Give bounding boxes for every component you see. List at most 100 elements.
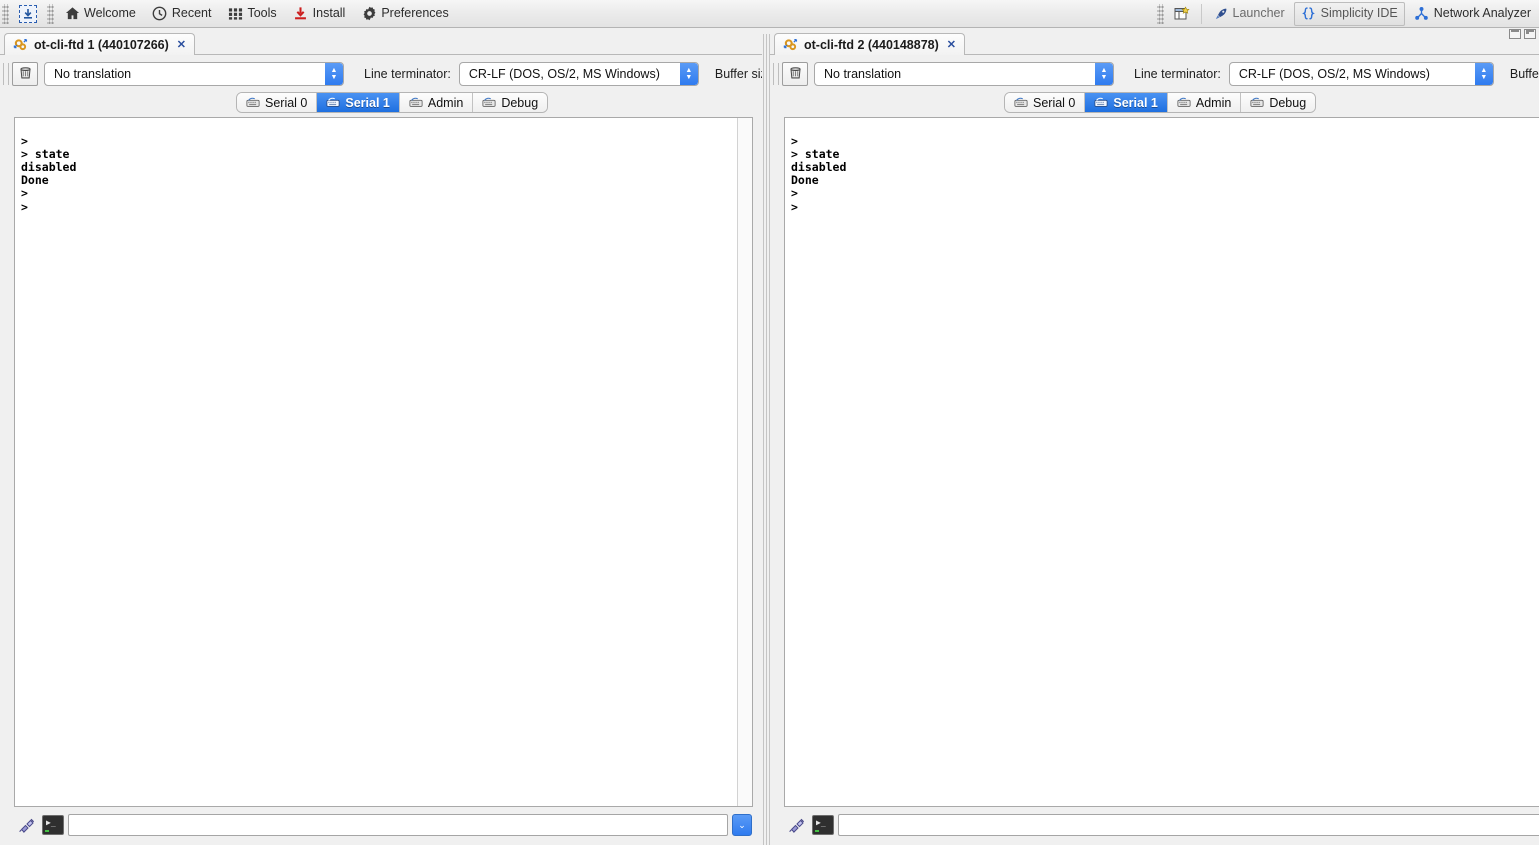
clear-console-button-2[interactable] bbox=[782, 62, 808, 86]
translation-combo-1[interactable]: No translation ▲ ▼ bbox=[44, 62, 344, 86]
clock-icon bbox=[152, 6, 168, 22]
line-terminator-value-1: CR-LF (DOS, OS/2, MS Windows) bbox=[468, 67, 660, 81]
options-drag-handle-2[interactable] bbox=[773, 63, 779, 85]
network-icon bbox=[1414, 6, 1430, 22]
open-perspective-button[interactable] bbox=[1167, 2, 1197, 26]
editor-tab-strip-2: ot-cli-ftd 2 (440148878) ✕ bbox=[774, 33, 965, 55]
perspective-bar-drag-handle[interactable] bbox=[1156, 3, 1164, 24]
perspective-network-analyzer[interactable]: Network Analyzer bbox=[1407, 2, 1538, 26]
line-terminator-combo-2[interactable]: CR-LF (DOS, OS/2, MS Windows) ▲ ▼ bbox=[1228, 62, 1494, 86]
perspective-launcher[interactable]: Launcher bbox=[1206, 2, 1292, 26]
toolbar-item-welcome[interactable]: Welcome bbox=[57, 2, 143, 26]
line-terminator-label-1: Line terminator: bbox=[364, 67, 451, 81]
perspective-simplicity-ide-label: Simplicity IDE bbox=[1320, 6, 1398, 21]
command-input-1[interactable] bbox=[68, 814, 728, 836]
serial-tab-strip-2: Serial 0 Serial 1 Admin Debug bbox=[1004, 92, 1317, 113]
terminal-output-2[interactable]: > > state disabled Done > > bbox=[784, 117, 1539, 807]
serial-tab-serial-1-p1[interactable]: Serial 1 bbox=[317, 93, 400, 112]
toolbar-item-recent[interactable]: Recent bbox=[145, 2, 219, 26]
keyboard-icon bbox=[482, 97, 496, 108]
keyboard-icon bbox=[409, 97, 423, 108]
console-options-row-1: No translation ▲ ▼ Line terminator: CR-LF… bbox=[0, 60, 768, 88]
serial-tab-label: Debug bbox=[501, 95, 539, 110]
command-input-2[interactable] bbox=[838, 814, 1539, 836]
terminal-output-1[interactable]: > > state disabled Done > > bbox=[14, 117, 753, 807]
serial-tab-label: Serial 0 bbox=[1033, 95, 1076, 110]
toolbar-drag-handle[interactable] bbox=[2, 3, 9, 24]
chevron-updown-icon[interactable]: ▲ ▼ bbox=[679, 63, 698, 85]
trash-clear-icon bbox=[788, 65, 803, 83]
console-panel-2: ot-cli-ftd 2 (440148878) ✕ No translatio… bbox=[770, 28, 1539, 845]
serial-tab-label: Admin bbox=[427, 95, 464, 110]
chip-download-icon-button[interactable] bbox=[12, 2, 44, 26]
terminal-text-1: > > state disabled Done > > bbox=[21, 133, 77, 214]
translation-combo-2[interactable]: No translation ▲ ▼ bbox=[814, 62, 1114, 86]
new-perspective-icon bbox=[1174, 5, 1190, 22]
editor-tab-ot-cli-ftd-1[interactable]: ot-cli-ftd 1 (440107266) ✕ bbox=[4, 33, 195, 55]
translation-value-1: No translation bbox=[54, 67, 132, 81]
gear-icon bbox=[361, 6, 377, 22]
serial-tab-serial-0-p2[interactable]: Serial 0 bbox=[1005, 93, 1086, 112]
keyboard-icon bbox=[246, 97, 260, 108]
serial-tab-debug-p2[interactable]: Debug bbox=[1241, 93, 1316, 112]
toolbar-item-welcome-label: Welcome bbox=[84, 6, 136, 21]
perspective-network-analyzer-label: Network Analyzer bbox=[1433, 6, 1531, 21]
plug-connection-icon[interactable] bbox=[786, 815, 808, 835]
serial-tab-admin-p2[interactable]: Admin bbox=[1167, 93, 1242, 112]
serial-tab-strip-1: Serial 0 Serial 1 Admin Debug bbox=[236, 92, 549, 113]
main-toolbar: Welcome Recent Tools Install Preferences… bbox=[0, 0, 1539, 28]
terminal-text-2: > > state disabled Done > > bbox=[791, 133, 847, 214]
serial-tab-debug-p1[interactable]: Debug bbox=[473, 93, 548, 112]
console-panel-body-2: No translation ▲ ▼ Line terminator: CR-LF… bbox=[770, 55, 1539, 845]
options-drag-handle-1[interactable] bbox=[3, 63, 9, 85]
serial-tab-admin-p1[interactable]: Admin bbox=[399, 93, 474, 112]
chevron-updown-icon[interactable]: ▲ ▼ bbox=[1474, 63, 1493, 85]
toolbar-item-tools[interactable]: Tools bbox=[220, 2, 283, 26]
console-options-row-2: No translation ▲ ▼ Line terminator: CR-LF… bbox=[770, 60, 1539, 88]
rocket-icon bbox=[1213, 6, 1229, 22]
serial-console-icon bbox=[12, 37, 28, 53]
trash-clear-icon bbox=[18, 65, 33, 83]
serial-tab-label: Serial 1 bbox=[345, 95, 390, 110]
perspective-simplicity-ide[interactable]: Simplicity IDE bbox=[1293, 1, 1405, 26]
command-history-dropdown-1[interactable]: ⌄ bbox=[732, 814, 752, 836]
keyboard-icon bbox=[326, 97, 340, 108]
serial-tab-label: Admin bbox=[1195, 95, 1232, 110]
buffer-size-label-2: Buffer size bbox=[1509, 67, 1539, 81]
chevron-updown-icon[interactable]: ▲ ▼ bbox=[1095, 63, 1113, 85]
clear-console-button-1[interactable] bbox=[12, 62, 38, 86]
home-icon bbox=[64, 6, 80, 22]
editor-tab-strip-1: ot-cli-ftd 1 (440107266) ✕ bbox=[4, 33, 195, 55]
terminal-prompt-icon[interactable] bbox=[42, 815, 64, 835]
editor-tab-title-1: ot-cli-ftd 1 (440107266) bbox=[34, 37, 169, 52]
braces-icon bbox=[1301, 6, 1317, 22]
serial-tab-serial-1-p2[interactable]: Serial 1 bbox=[1085, 93, 1168, 112]
chip-download-icon bbox=[19, 4, 37, 23]
editor-tab-close-2[interactable]: ✕ bbox=[947, 38, 956, 51]
terminal-scrollbar-1[interactable] bbox=[737, 118, 752, 806]
toolbar-item-install[interactable]: Install bbox=[286, 2, 353, 26]
keyboard-icon bbox=[1177, 97, 1191, 108]
serial-tab-serial-0-p1[interactable]: Serial 0 bbox=[237, 93, 318, 112]
keyboard-icon bbox=[1250, 97, 1264, 108]
perspective-launcher-label: Launcher bbox=[1232, 6, 1285, 21]
toolbar-item-preferences[interactable]: Preferences bbox=[354, 2, 455, 26]
terminal-prompt-icon[interactable] bbox=[812, 815, 834, 835]
toolbar-item-preferences-label: Preferences bbox=[381, 6, 449, 21]
grid-icon bbox=[227, 6, 243, 22]
editor-tab-close-1[interactable]: ✕ bbox=[177, 38, 186, 51]
editor-tab-ot-cli-ftd-2[interactable]: ot-cli-ftd 2 (440148878) ✕ bbox=[774, 33, 965, 55]
plug-connection-icon[interactable] bbox=[16, 815, 38, 835]
command-input-row-1: ⌄ bbox=[16, 813, 752, 837]
serial-tab-label: Serial 0 bbox=[265, 95, 308, 110]
toolbar-drag-handle-2[interactable] bbox=[47, 3, 54, 24]
serial-tab-label: Debug bbox=[1269, 95, 1307, 110]
toolbar-separator bbox=[1200, 3, 1202, 24]
line-terminator-combo-1[interactable]: CR-LF (DOS, OS/2, MS Windows) ▲ ▼ bbox=[458, 62, 699, 86]
line-terminator-value-2: CR-LF (DOS, OS/2, MS Windows) bbox=[1238, 67, 1430, 81]
serial-console-icon bbox=[782, 37, 798, 53]
editor-area: ot-cli-ftd 1 (440107266) ✕ No translatio… bbox=[0, 28, 1539, 845]
console-panel-body-1: No translation ▲ ▼ Line terminator: CR-LF… bbox=[0, 55, 768, 845]
toolbar-item-install-label: Install bbox=[312, 6, 346, 21]
chevron-updown-icon[interactable]: ▲ ▼ bbox=[325, 63, 343, 85]
